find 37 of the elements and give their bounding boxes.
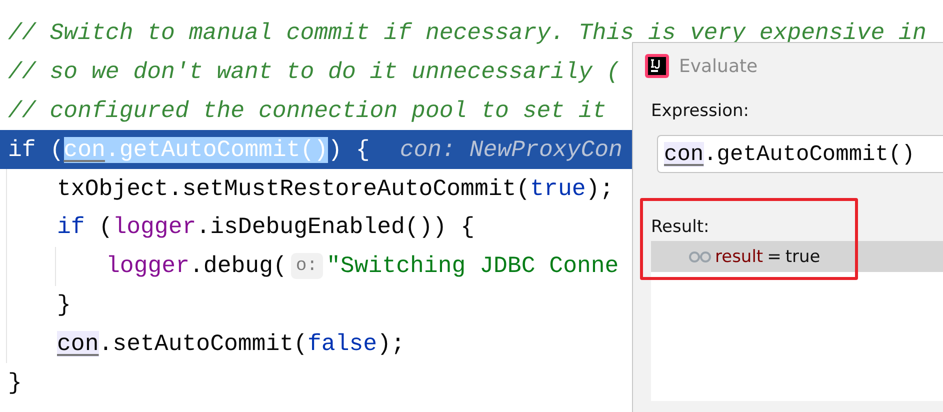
expression-field[interactable]: con.getAutoCommit() bbox=[657, 135, 943, 173]
code-text: } bbox=[8, 370, 22, 396]
code-reference: con bbox=[664, 142, 704, 166]
code-text: .getAutoCommit() bbox=[704, 142, 915, 166]
code-field: logger bbox=[112, 214, 196, 240]
code-comment: // Switch to manual commit if necessary. This is very expensive in bbox=[8, 20, 926, 46]
code-keyword: if bbox=[57, 214, 85, 240]
code-keyword: true bbox=[530, 176, 586, 202]
selected-code: .getAutoCommit() bbox=[105, 136, 328, 163]
code-keyword: if ( bbox=[8, 136, 64, 163]
result-value: true bbox=[785, 246, 820, 266]
expression-label: Expression: bbox=[651, 101, 750, 121]
code-text: ( bbox=[98, 214, 113, 240]
code-string: "Switching JDBC Conne bbox=[326, 253, 619, 280]
code-text: .isDebugEnabled()) { bbox=[196, 214, 474, 240]
selected-code: con bbox=[64, 136, 106, 163]
code-field: logger bbox=[106, 253, 190, 280]
inline-value-hint: con: NewProxyCon bbox=[400, 136, 622, 163]
code-text: txObject.setMustRestoreAutoCommit( bbox=[57, 176, 530, 202]
code-keyword: false bbox=[307, 330, 378, 357]
code-text: .debug( bbox=[190, 253, 287, 280]
dialog-title: Evaluate bbox=[679, 56, 758, 76]
code-reference: con bbox=[57, 330, 99, 357]
code-text: ); bbox=[586, 176, 614, 202]
parameter-hint: o: bbox=[290, 253, 323, 280]
result-name: result bbox=[715, 246, 764, 266]
code-text: ) { bbox=[328, 136, 370, 163]
app-logo-icon bbox=[645, 54, 669, 78]
result-label: Result: bbox=[651, 217, 710, 237]
code-text: .setAutoCommit( bbox=[98, 330, 308, 357]
glasses-icon bbox=[689, 250, 711, 262]
code-comment: // so we don't want to do it unnecessarily ( bbox=[8, 59, 620, 86]
code-text: } bbox=[57, 292, 71, 318]
code-comment: // configured the connection pool to set it bbox=[8, 98, 606, 124]
result-separator: = bbox=[767, 246, 782, 266]
code-text: ); bbox=[377, 330, 405, 357]
result-row[interactable]: result = true bbox=[651, 241, 943, 272]
